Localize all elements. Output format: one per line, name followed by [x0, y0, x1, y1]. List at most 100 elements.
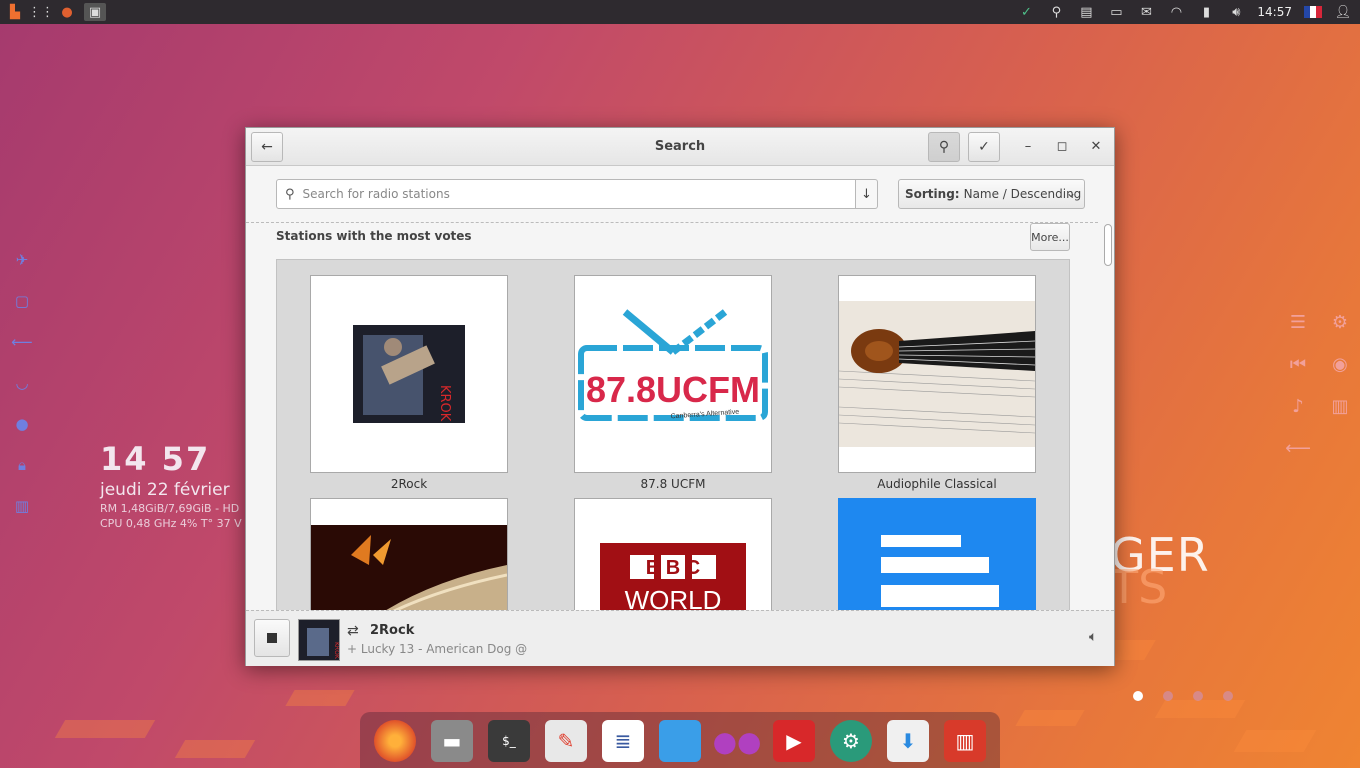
station-logo-ucfm: 87.8UCFM Canberra's Alternative — [578, 309, 768, 421]
station-logo-bbc: B B C WORLD — [600, 543, 746, 610]
bar-chart-icon[interactable]: ▥ — [1328, 394, 1352, 418]
right-widget: ☰ ⚙ ⏮ ◉ ♪ ▥ ⟵ — [1285, 310, 1352, 460]
left-launcher: ✈ ▢ ⟵ ◡ ● 🔒︎ ▥ — [11, 250, 33, 516]
previous-icon[interactable]: ⏮ — [1286, 352, 1310, 376]
search-input[interactable]: ⚲ Search for radio stations — [276, 179, 856, 209]
wifi-icon[interactable]: ◠ — [1167, 3, 1185, 21]
airplane-icon[interactable]: ✈ — [12, 250, 32, 270]
wallpaper-shape — [1233, 730, 1317, 752]
terminal-icon[interactable]: $_ — [488, 720, 530, 762]
station-grid: KROK 2Rock 87.8UCFM Canberra's Alternati… — [276, 259, 1070, 610]
wallpaper-shape — [54, 720, 156, 738]
battery-icon[interactable]: ▮ — [1197, 3, 1215, 21]
more-button[interactable]: More... — [1030, 223, 1070, 251]
mail-icon[interactable]: ✉ — [1137, 3, 1155, 21]
back-arrow-icon: ← — [261, 139, 273, 155]
user-icon[interactable]: 👤︎ — [1334, 3, 1352, 21]
eye-icon[interactable]: ◉ — [1328, 352, 1352, 376]
back-button[interactable]: ← — [251, 132, 283, 162]
now-playing-thumbnail: KROK — [298, 619, 340, 661]
station-tile-ucfm[interactable]: 87.8UCFM Canberra's Alternative — [574, 275, 772, 473]
station-tile-saxophone[interactable] — [310, 498, 508, 610]
results-area[interactable]: Stations with the most votes More... KRO… — [246, 222, 1098, 610]
window-icon[interactable]: ▭ — [1107, 3, 1125, 21]
clock[interactable]: 14:57 — [1257, 5, 1292, 19]
volume-icon[interactable]: 🔈︎ — [1089, 629, 1097, 645]
wallpaper-shape — [174, 740, 256, 758]
radio-icon[interactable]: ▤ — [1077, 3, 1095, 21]
wallpaper-shape — [285, 690, 355, 706]
chart-icon[interactable]: ▥ — [12, 496, 32, 516]
workspace-indicator — [1133, 691, 1233, 701]
downloads-icon[interactable]: ⬇ — [887, 720, 929, 762]
widget-time: 14 57 — [100, 440, 211, 478]
search-options-button[interactable]: ↓ — [856, 179, 878, 209]
note-icon[interactable]: ▢ — [12, 291, 32, 311]
scrollbar-thumb[interactable] — [1104, 224, 1112, 266]
workspace-dot[interactable] — [1133, 691, 1143, 701]
globe-icon[interactable]: ● — [12, 414, 32, 434]
sorting-select[interactable]: Sorting: Name / Descending ⌄ — [898, 179, 1085, 209]
trash-icon[interactable]: ▥ — [944, 720, 986, 762]
workspace-dot[interactable] — [1193, 691, 1203, 701]
bbc-world-text: WORLD — [625, 585, 722, 610]
wallpaper-shape — [1154, 700, 1246, 718]
music-note-icon[interactable]: ♪ — [1286, 394, 1310, 418]
apps-icon[interactable]: ▙ — [6, 3, 24, 21]
shuffle-icon[interactable]: ⇄ — [347, 623, 359, 639]
document-icon — [881, 535, 999, 607]
search-icon: ⚲ — [285, 186, 295, 202]
search-icon[interactable]: ⚲ — [1047, 3, 1065, 21]
lock-icon[interactable]: 🔒︎ — [12, 455, 32, 475]
close-button[interactable]: ✕ — [1086, 136, 1106, 156]
document-icon[interactable]: ≣ — [602, 720, 644, 762]
bbc-letters: B B C — [646, 557, 700, 579]
chat-icon[interactable]: ●● — [713, 720, 762, 762]
chevron-down-icon: ⌄ — [1065, 186, 1076, 200]
sorting-value: Name / Descending — [963, 187, 1082, 201]
wallpaper-shape — [1015, 710, 1085, 726]
files-icon[interactable]: ▬ — [431, 720, 473, 762]
workspace-dot[interactable] — [1223, 691, 1233, 701]
arrow-down-icon: ↓ — [861, 186, 872, 202]
station-name: Audiophile Classical — [877, 477, 997, 491]
gear-icon[interactable]: ⚙ — [1328, 310, 1352, 334]
text-editor-icon[interactable]: ✎ — [545, 720, 587, 762]
station-tile-2rock[interactable]: KROK — [310, 275, 508, 473]
now-playing-song: + Lucky 13 - American Dog @ — [347, 642, 528, 656]
station-tile-bbc-world[interactable]: B B C WORLD — [574, 498, 772, 610]
search-row: ⚲ Search for radio stations ↓ — [276, 179, 878, 209]
search-icon: ⚲ — [938, 139, 950, 155]
svg-text:KROK: KROK — [437, 385, 452, 422]
workspace-dot[interactable] — [1163, 691, 1173, 701]
volume-icon[interactable]: 🔊︎ — [1227, 3, 1245, 21]
chevron-down-icon[interactable]: ✓ — [1017, 3, 1035, 21]
firefox-icon[interactable]: ● — [58, 3, 76, 21]
vertical-scrollbar[interactable] — [1102, 224, 1112, 608]
search-placeholder: Search for radio stations — [302, 187, 450, 201]
menu-icon[interactable]: ☰ — [1286, 310, 1310, 334]
youtube-icon[interactable]: ▶ — [773, 720, 815, 762]
maximize-button[interactable]: ◻ — [1052, 136, 1072, 156]
search-toggle-button[interactable]: ⚲ — [928, 132, 960, 162]
firefox-icon[interactable] — [374, 720, 416, 762]
grid-icon[interactable]: ⋮⋮ — [28, 3, 54, 21]
arrow-left-icon[interactable]: ⟵ — [1285, 436, 1311, 460]
section-title: Stations with the most votes — [276, 229, 472, 243]
station-tile-audiophile-classical[interactable] — [838, 275, 1036, 473]
dock: ▬ $_ ✎ ≣ ●● ▶ ⚙ ⬇ ▥ — [360, 712, 1000, 768]
ucfm-main-text: 87.8UCFM — [586, 369, 760, 410]
settings-icon[interactable]: ⚙ — [830, 720, 872, 762]
station-tile-placeholder[interactable] — [838, 498, 1036, 610]
terminal-icon[interactable]: ▣ — [84, 3, 106, 21]
minimize-button[interactable]: – — [1018, 136, 1038, 156]
search-window: ← Search ⚲ ✓ – ◻ ✕ ⚲ Search for radio st… — [245, 127, 1115, 666]
mask-icon[interactable]: ◡ — [12, 373, 32, 393]
window-app-icon[interactable] — [659, 720, 701, 762]
arrow-left-icon[interactable]: ⟵ — [11, 332, 33, 352]
stop-button[interactable] — [254, 619, 290, 657]
now-playing-station: 2Rock — [370, 623, 415, 638]
flag-icon[interactable] — [1304, 3, 1322, 21]
confirm-button[interactable]: ✓ — [968, 132, 1000, 162]
widget-date: jeudi 22 février — [100, 480, 230, 500]
